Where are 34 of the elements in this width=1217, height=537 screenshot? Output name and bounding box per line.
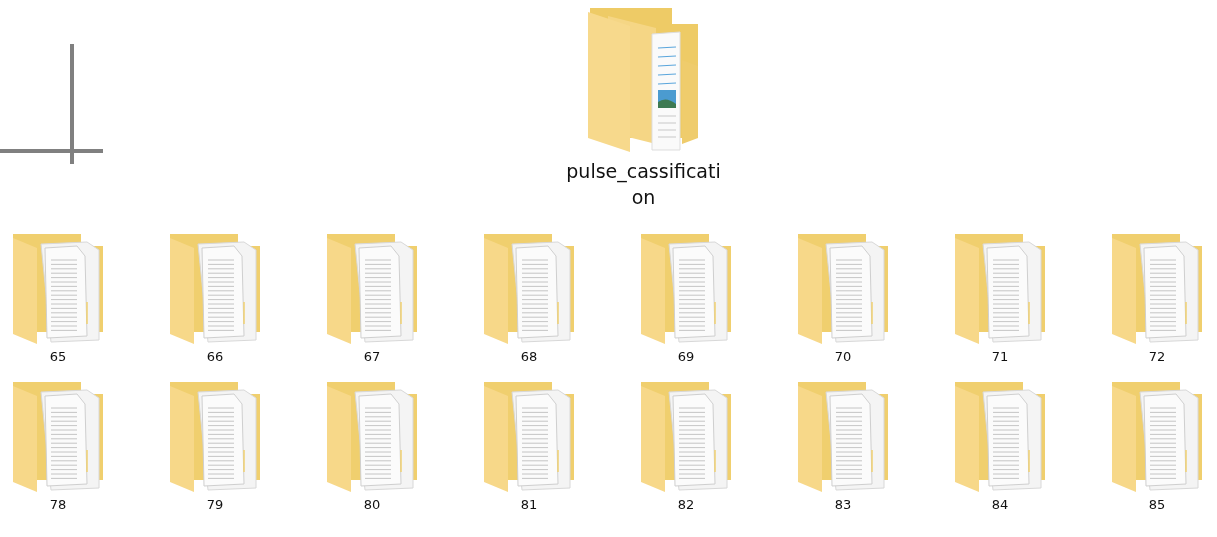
folder-icon — [953, 380, 1047, 492]
folder-name: 85 — [1148, 497, 1166, 512]
folder-name: 68 — [520, 349, 538, 364]
folder-name: 84 — [991, 497, 1009, 512]
folder-name: pulse_cassification — [565, 159, 722, 210]
folder-icon — [953, 232, 1047, 344]
folder-icon — [168, 380, 262, 492]
folder-name: 65 — [49, 349, 67, 364]
folder-name: 72 — [1148, 349, 1166, 364]
folder-icon — [11, 380, 105, 492]
folder-name: 66 — [206, 349, 224, 364]
folder-icon — [482, 380, 576, 492]
folder-icon — [639, 232, 733, 344]
folder-icon — [168, 232, 262, 344]
folder-icon — [796, 380, 890, 492]
folder-name: 83 — [834, 497, 852, 512]
folder-name: 67 — [363, 349, 381, 364]
folder-icon — [1110, 232, 1204, 344]
folder-icon — [639, 380, 733, 492]
folder-name: 78 — [49, 497, 67, 512]
folder-icon — [325, 232, 419, 344]
folder-icon — [796, 232, 890, 344]
folder-icon — [325, 380, 419, 492]
folder-name: 69 — [677, 349, 695, 364]
folder-name: 79 — [206, 497, 224, 512]
folder-icon — [11, 232, 105, 344]
crosshair-cursor-icon — [0, 44, 103, 164]
folder-name: 82 — [677, 497, 695, 512]
folder-name: 71 — [991, 349, 1009, 364]
folder-name: 70 — [834, 349, 852, 364]
folder-name: 80 — [363, 497, 381, 512]
folder-icon — [482, 232, 576, 344]
folder-name: 81 — [520, 497, 538, 512]
folder-icon — [1110, 380, 1204, 492]
